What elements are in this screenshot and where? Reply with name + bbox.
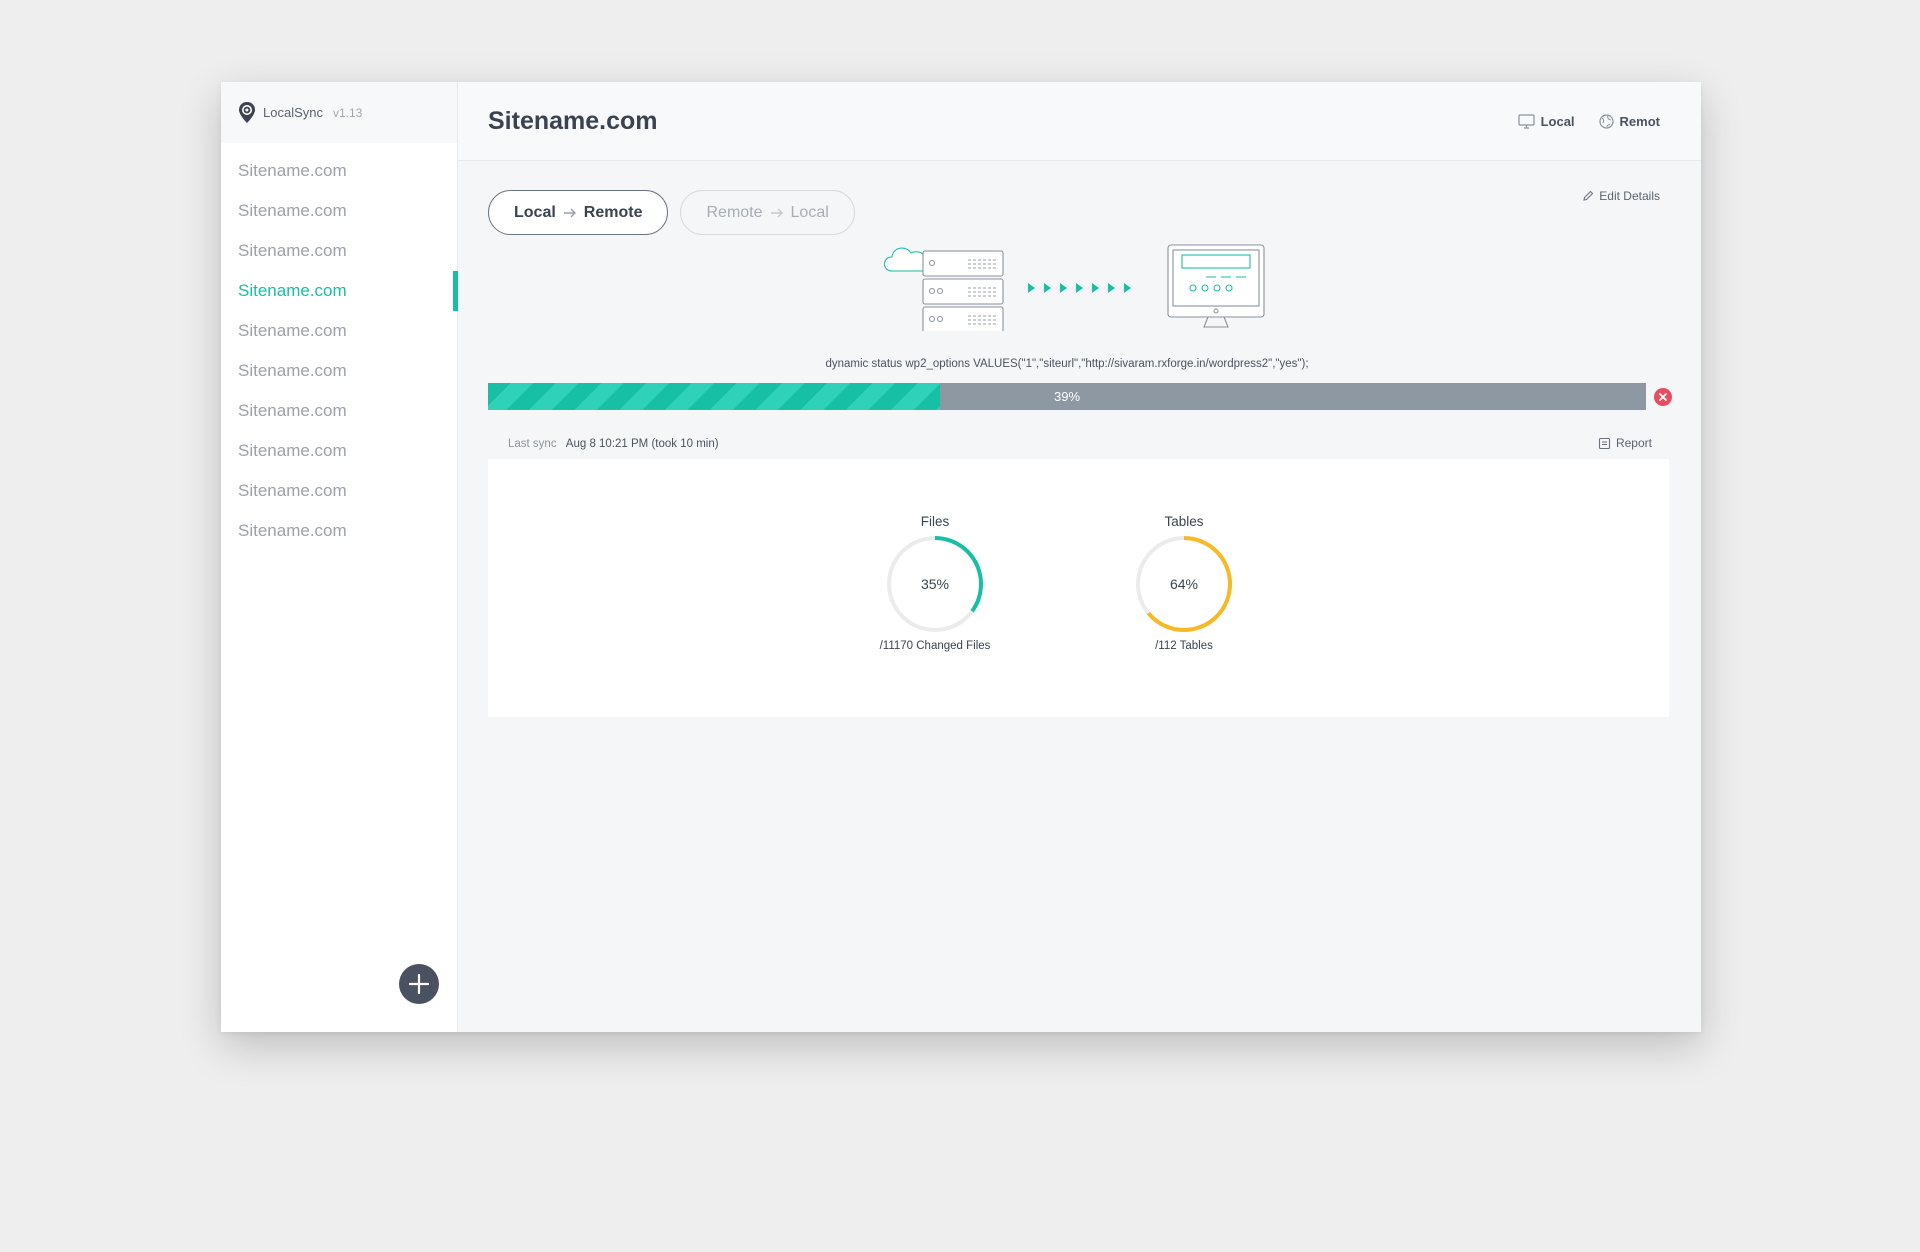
report-link[interactable]: Report (1598, 436, 1652, 450)
site-item[interactable]: Sitename.com (221, 231, 457, 271)
add-site-button[interactable] (399, 964, 439, 1004)
tab-remote-to-local[interactable]: Remote Local (680, 190, 855, 235)
tables-percent: 64% (1169, 576, 1199, 592)
progress-label: 39% (1053, 389, 1081, 404)
local-link-label: Local (1540, 113, 1575, 129)
tables-ring: 64% (1134, 534, 1234, 634)
arrow-right-icon (563, 208, 576, 217)
report-icon (1598, 437, 1611, 449)
site-item-active[interactable]: Sitename.com (221, 271, 458, 311)
sync-progress-bar: 39% (488, 383, 1646, 410)
transfer-arrows-icon (1028, 283, 1131, 293)
globe-icon (1598, 113, 1614, 129)
site-list: Sitename.com Sitename.com Sitename.com S… (221, 151, 458, 551)
last-sync-value: Aug 8 10:21 PM (took 10 min) (565, 438, 719, 450)
cloud-server-icon (883, 247, 1004, 331)
sync-status-text: dynamic status wp2_options VALUES("1","s… (825, 358, 1309, 370)
desktop-computer-icon (1167, 244, 1265, 328)
close-icon (1659, 393, 1667, 401)
tab-from-label: Remote (706, 203, 763, 221)
tables-stat: Tables 64% /112 Tables (1094, 514, 1274, 652)
pencil-icon (1583, 190, 1594, 201)
page-title: Sitename.com (488, 106, 658, 135)
direction-tabs: Local Remote Remote Local (488, 190, 855, 235)
arrow-right-icon (770, 208, 783, 217)
tab-local-to-remote[interactable]: Local Remote (488, 190, 669, 235)
edit-details-link[interactable]: Edit Details (1582, 189, 1660, 203)
sync-illustration (883, 244, 1265, 331)
tables-stat-sub: /112 Tables (1155, 640, 1213, 652)
site-item[interactable]: Sitename.com (221, 351, 457, 391)
remote-link-label: Remot (1619, 113, 1660, 129)
last-sync: Last sync Aug 8 10:21 PM (took 10 min) (508, 438, 719, 450)
files-stat: Files 35% /11170 Changed Files (845, 514, 1025, 652)
header: Sitename.com Local Remot (458, 82, 1701, 161)
site-item[interactable]: Sitename.com (221, 151, 457, 191)
files-ring: 35% (885, 534, 985, 634)
sidebar: LocalSync v1.13 Sitename.com Sitename.co… (221, 82, 458, 1032)
site-item[interactable]: Sitename.com (221, 471, 457, 511)
local-link[interactable]: Local (1517, 113, 1575, 129)
localsync-logo-icon (239, 101, 255, 123)
files-stat-title: Files (920, 514, 950, 529)
tab-from-label: Local (514, 203, 556, 221)
files-stat-sub: /11170 Changed Files (879, 640, 991, 652)
plus-icon (408, 973, 430, 995)
app-version: v1.13 (332, 105, 363, 120)
brand: LocalSync v1.13 (221, 82, 457, 143)
monitor-icon (1517, 113, 1535, 129)
stats-card: Files 35% /11170 Changed Files Tables 64… (488, 459, 1669, 717)
report-label: Report (1615, 436, 1652, 450)
site-item[interactable]: Sitename.com (221, 431, 457, 471)
site-item[interactable]: Sitename.com (221, 311, 457, 351)
site-item[interactable]: Sitename.com (221, 511, 457, 551)
cancel-sync-button[interactable] (1654, 388, 1672, 406)
tables-stat-title: Tables (1164, 514, 1204, 529)
site-item[interactable]: Sitename.com (221, 391, 457, 431)
tab-to-label: Remote (583, 203, 643, 221)
site-item[interactable]: Sitename.com (221, 191, 457, 231)
tab-to-label: Local (790, 203, 829, 221)
app-name: LocalSync (263, 105, 323, 120)
files-percent: 35% (920, 576, 950, 592)
remote-link[interactable]: Remot (1598, 113, 1660, 129)
edit-details-label: Edit Details (1599, 189, 1660, 203)
app-window: LocalSync v1.13 Sitename.com Sitename.co… (221, 82, 1701, 1032)
last-sync-label: Last sync (508, 438, 557, 450)
main-panel: Sitename.com Local Remot Local Remote Re… (458, 82, 1701, 1032)
